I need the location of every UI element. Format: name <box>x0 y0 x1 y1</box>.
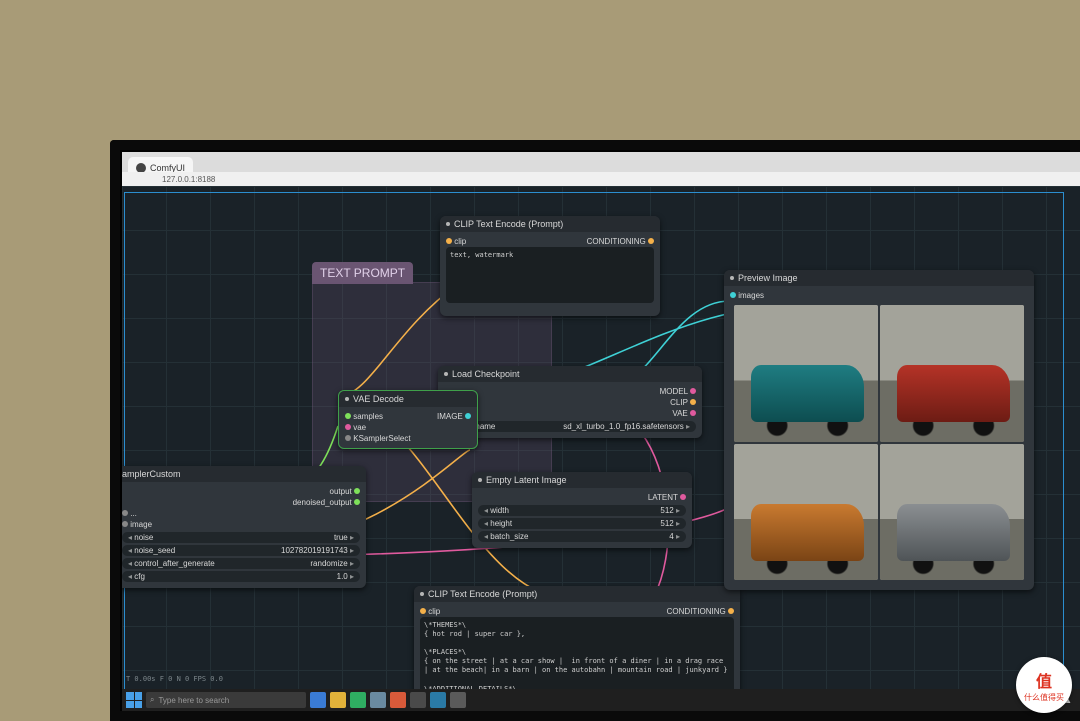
taskbar-icon[interactable] <box>450 692 466 708</box>
browser-chrome: ComfyUI 127.0.0.1:8188 <box>122 152 1080 184</box>
output-output[interactable]: output <box>330 487 352 496</box>
preview-thumb[interactable] <box>734 305 878 442</box>
ckpt-name-field[interactable]: ckpt_name sd_xl_turbo_1.0_fp16.safetenso… <box>444 421 696 432</box>
input-samples[interactable]: samples <box>353 412 383 421</box>
output-image[interactable]: IMAGE <box>437 412 463 421</box>
output-conditioning[interactable]: CONDITIONING <box>587 237 646 246</box>
node-title: CLIP Text Encode (Prompt) <box>428 589 537 599</box>
output-conditioning[interactable]: CONDITIONING <box>667 607 726 616</box>
node-header[interactable]: Preview Image <box>724 270 1034 286</box>
input-clip[interactable]: clip <box>428 607 440 616</box>
node-title: amplerCustom <box>122 469 181 479</box>
preview-thumb[interactable] <box>880 305 1024 442</box>
taskbar-icon[interactable] <box>390 692 406 708</box>
node-title: Empty Latent Image <box>486 475 567 485</box>
node-sampler-custom[interactable]: amplerCustom output denoised_output ... … <box>122 466 366 588</box>
node-clip-text-encode-neg[interactable]: CLIP Text Encode (Prompt) clip CONDITION… <box>440 216 660 316</box>
address-bar[interactable]: 127.0.0.1:8188 <box>122 172 1080 186</box>
start-button[interactable] <box>126 692 142 708</box>
preview-grid <box>730 301 1028 584</box>
node-title: Preview Image <box>738 273 798 283</box>
output-denoised[interactable]: denoised_output <box>293 498 352 507</box>
input-images[interactable]: images <box>738 291 764 300</box>
width-field[interactable]: width512 <box>478 505 686 516</box>
taskbar-icon[interactable] <box>310 692 326 708</box>
node-header[interactable]: amplerCustom <box>122 466 366 482</box>
noise-seed-field[interactable]: noise_seed102782019191743 <box>122 545 360 556</box>
smzdm-watermark: 值 什么值得买 <box>1016 657 1072 713</box>
canvas-stats: T 0.00s F 0 N 0 FPS 0.0 <box>126 675 223 683</box>
node-title: CLIP Text Encode (Prompt) <box>454 219 563 229</box>
taskbar-icon[interactable] <box>350 692 366 708</box>
input-vae[interactable]: vae <box>353 423 366 432</box>
node-empty-latent-image[interactable]: Empty Latent Image LATENT width512 heigh… <box>472 472 692 548</box>
taskbar[interactable]: ⌕ Type here to search ▲ <box>122 689 1080 711</box>
node-canvas[interactable]: TEXT PROMPT CLIP Text Encode (Prompt) <box>122 186 1080 689</box>
input-ksampler[interactable]: KSamplerSelect <box>353 434 410 443</box>
node-header[interactable]: CLIP Text Encode (Prompt) <box>414 586 740 602</box>
noise-field[interactable]: noisetrue <box>122 532 360 543</box>
output-latent[interactable]: LATENT <box>648 493 678 502</box>
output-clip[interactable]: CLIP <box>670 398 688 407</box>
taskbar-search[interactable]: ⌕ Type here to search <box>146 692 306 708</box>
preview-thumb[interactable] <box>734 444 878 581</box>
node-title: Load Checkpoint <box>452 369 520 379</box>
control-after-generate-field[interactable]: control_after_generaterandomize <box>122 558 360 569</box>
node-vae-decode[interactable]: VAE Decode samples IMAGE vae KSamplerSel… <box>338 390 478 449</box>
output-model[interactable]: MODEL <box>660 387 688 396</box>
search-icon: ⌕ <box>150 695 154 705</box>
monitor-bezel: ComfyUI 127.0.0.1:8188 TEXT PROMPT <box>110 140 1080 721</box>
height-field[interactable]: height512 <box>478 518 686 529</box>
taskbar-icon[interactable] <box>370 692 386 708</box>
group-label[interactable]: TEXT PROMPT <box>312 262 413 284</box>
node-header[interactable]: Empty Latent Image <box>472 472 692 488</box>
node-header[interactable]: VAE Decode <box>339 391 477 407</box>
url-text: 127.0.0.1:8188 <box>162 175 215 184</box>
node-header[interactable]: Load Checkpoint <box>438 366 702 382</box>
prompt-textarea[interactable]: text, watermark <box>446 247 654 303</box>
taskbar-icon[interactable] <box>330 692 346 708</box>
cfg-field[interactable]: cfg1.0 <box>122 571 360 582</box>
taskbar-icon[interactable] <box>430 692 446 708</box>
node-header[interactable]: CLIP Text Encode (Prompt) <box>440 216 660 232</box>
node-title: VAE Decode <box>353 394 404 404</box>
node-preview-image[interactable]: Preview Image images <box>724 270 1034 590</box>
taskbar-icon[interactable] <box>410 692 426 708</box>
search-placeholder: Type here to search <box>158 696 229 705</box>
output-vae[interactable]: VAE <box>672 409 687 418</box>
batch-size-field[interactable]: batch_size4 <box>478 531 686 542</box>
preview-thumb[interactable] <box>880 444 1024 581</box>
screen: ComfyUI 127.0.0.1:8188 TEXT PROMPT <box>122 152 1080 711</box>
input-clip[interactable]: clip <box>454 237 466 246</box>
